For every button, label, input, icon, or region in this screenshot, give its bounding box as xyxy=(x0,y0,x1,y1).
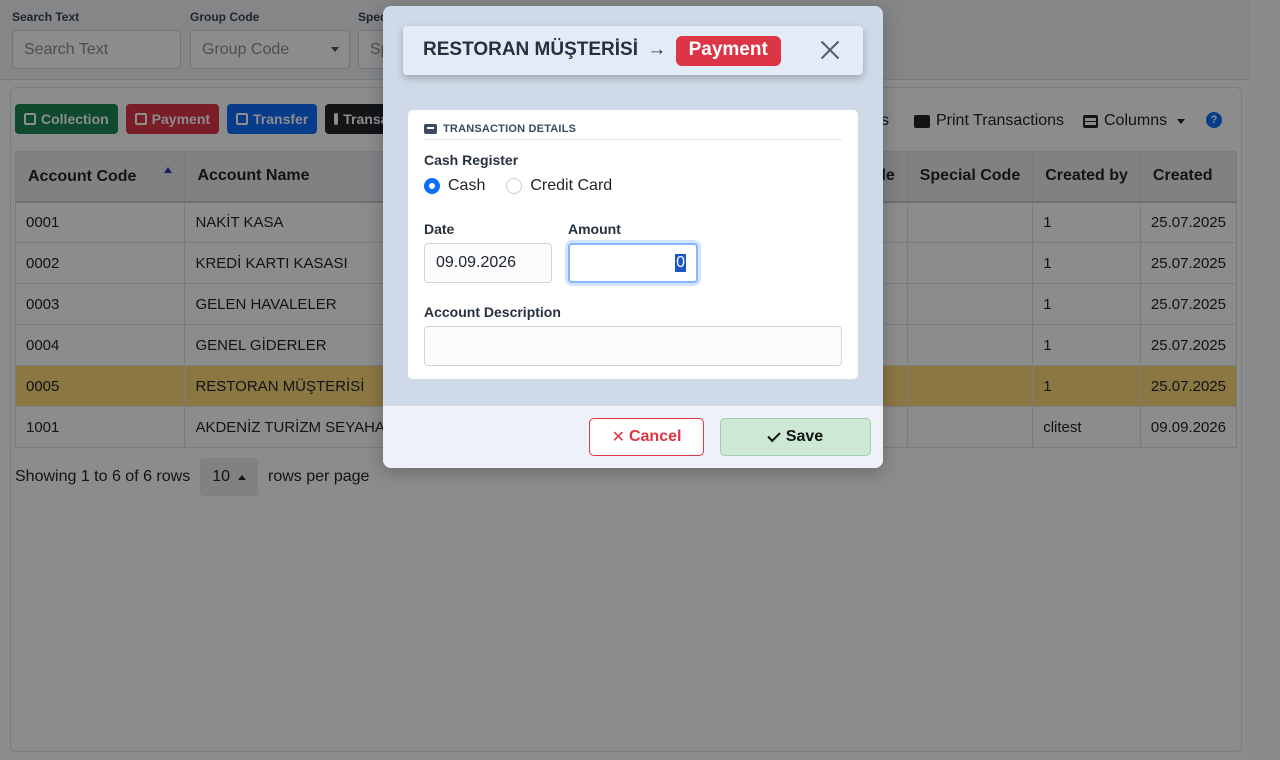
account-description-input[interactable] xyxy=(424,326,842,366)
amount-input[interactable]: 0 xyxy=(568,243,698,283)
arrow-right-icon: → xyxy=(647,38,667,60)
check-icon xyxy=(767,428,781,442)
modal-header: RESTORAN MÜŞTERİSİ → Payment xyxy=(403,26,863,75)
save-button[interactable]: Save xyxy=(720,418,871,456)
cancel-button[interactable]: ✕ Cancel xyxy=(589,418,704,456)
amount-label: Amount xyxy=(568,221,621,237)
section-title: TRANSACTION DETAILS xyxy=(424,122,842,140)
id-card-icon xyxy=(424,123,437,134)
date-input[interactable]: 09.09.2026 xyxy=(424,243,552,283)
close-icon[interactable] xyxy=(819,39,841,61)
payment-modal: RESTORAN MÜŞTERİSİ → Payment TRANSACTION… xyxy=(383,6,883,468)
modal-title: RESTORAN MÜŞTERİSİ → Payment xyxy=(423,35,781,66)
transaction-details-card: TRANSACTION DETAILS Cash Register Cash C… xyxy=(407,109,859,380)
radio-credit-card-label[interactable]: Credit Card xyxy=(530,177,612,195)
x-icon: ✕ xyxy=(611,429,625,446)
cash-register-options: Cash Credit Card xyxy=(424,177,612,195)
modal-footer: ✕ Cancel Save xyxy=(383,405,883,468)
radio-cash[interactable] xyxy=(424,178,440,194)
date-label: Date xyxy=(424,221,455,237)
radio-cash-label[interactable]: Cash xyxy=(448,177,485,195)
payment-badge: Payment xyxy=(675,35,781,66)
radio-credit-card[interactable] xyxy=(506,178,523,194)
account-description-label: Account Description xyxy=(424,304,561,320)
cash-register-label: Cash Register xyxy=(424,152,519,168)
